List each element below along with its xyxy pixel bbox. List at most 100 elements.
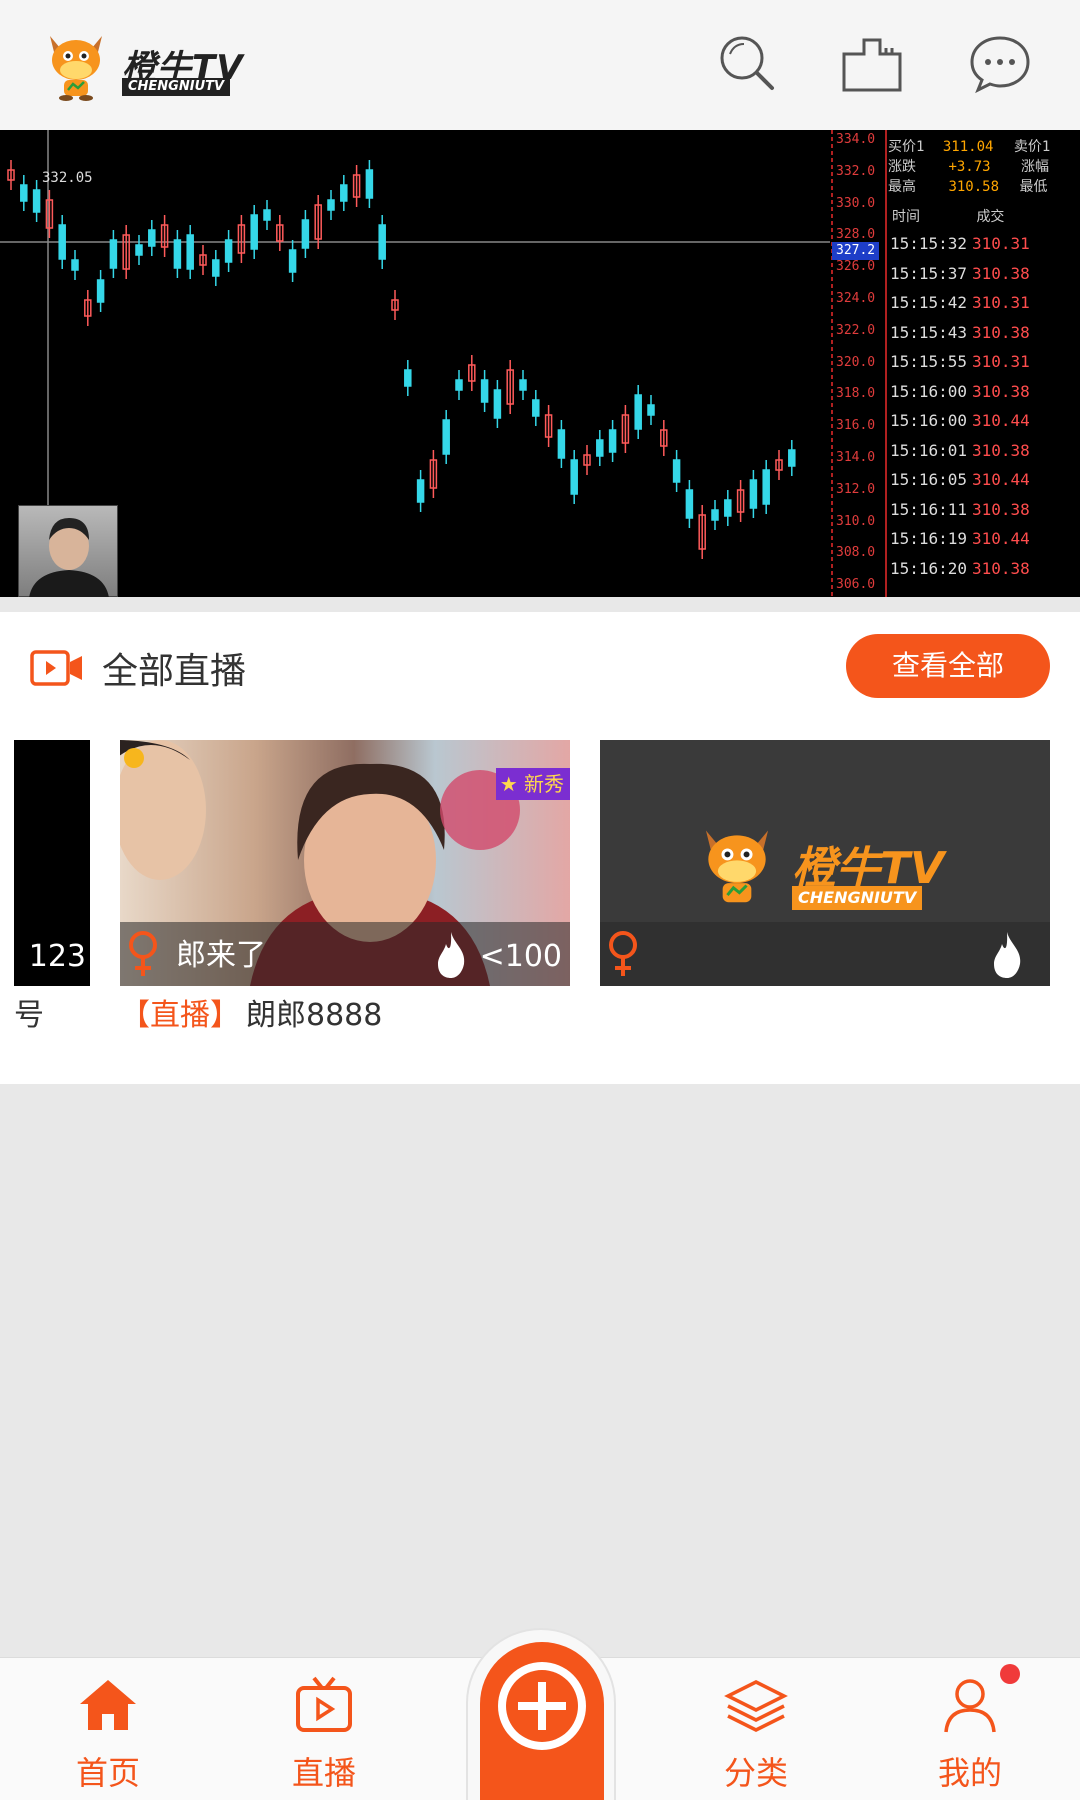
candle-body	[711, 509, 719, 521]
nav-label-category: 分类	[723, 1754, 788, 1792]
tick-time: 15:15:43	[890, 322, 968, 342]
price-axis-label: 322.0	[836, 322, 876, 338]
live-video-player[interactable]: 332.05 334.0 332.0 330.0 328.0 326.0 324.0 322…	[0, 130, 1080, 597]
tick-price: 310.38	[972, 263, 1030, 283]
streamer-name: 郎来了	[176, 938, 266, 973]
candle-body	[762, 469, 770, 505]
tick-row: 15:16:05 310.44	[890, 470, 1078, 496]
price-axis-label: 310.0	[836, 513, 876, 529]
tick-time: 15:16:19	[890, 529, 968, 548]
price-axis-label: 314.0	[836, 450, 876, 465]
card-thumbnail: ★ 新秀 郎来了 <100	[120, 740, 570, 986]
candle-body	[404, 369, 412, 387]
tick-row: 15:15:55 310.31	[890, 352, 1078, 378]
nav-item-live[interactable]: 直播	[264, 1676, 384, 1796]
candle-body	[96, 279, 105, 303]
live-section: 全部直播 查看全部 123 号 ★ 新秀 郎来了 <100 【直播】 朗郎888…	[0, 612, 1080, 1084]
tick-row: 15:15:32 310.31	[890, 234, 1078, 260]
tick-row: 15:16:11 310.38	[890, 500, 1078, 526]
card-thumbnail: 橙牛TV CHENGNIUTV	[600, 740, 1050, 986]
price-axis-label: 312.0	[836, 481, 876, 497]
tick-row: 15:15:42 310.31	[890, 293, 1078, 319]
candle-body	[672, 459, 681, 483]
tick-time: 15:15:42	[890, 293, 968, 312]
building-icon[interactable]	[840, 32, 904, 96]
quote-value: +3.73	[948, 159, 991, 175]
candle-body	[135, 244, 143, 256]
tv-icon	[296, 1676, 352, 1732]
tick-price: 310.38	[972, 322, 1030, 342]
search-icon[interactable]	[716, 32, 780, 96]
home-icon	[80, 1680, 136, 1730]
tick-price: 310.44	[972, 529, 1030, 548]
candle-body	[519, 379, 527, 391]
card-caption: 号	[14, 998, 44, 1033]
candle-body	[109, 239, 118, 269]
video-camera-icon	[30, 650, 82, 686]
female-icon	[129, 931, 157, 976]
candle-body	[532, 399, 540, 417]
tick-price: 310.31	[972, 352, 1030, 371]
candle-body	[340, 184, 348, 202]
nav-label-home: 首页	[75, 1754, 140, 1792]
candle-body	[596, 439, 604, 457]
nav-label-profile: 我的	[937, 1754, 1002, 1792]
candle-body	[570, 459, 578, 495]
tick-row: 15:16:00 310.44	[890, 411, 1078, 437]
card-thumbnail: 123	[14, 740, 90, 986]
logo-text-en: CHENGNIUTV	[122, 78, 231, 96]
candle-body	[250, 214, 258, 250]
viewer-count: 123	[28, 939, 86, 974]
nav-label-live: 直播	[291, 1754, 356, 1792]
person-avatar-icon	[29, 518, 109, 597]
user-icon	[944, 1679, 996, 1733]
bull-mascot-icon	[705, 830, 769, 903]
viewer-count: <100	[479, 939, 562, 974]
candle-body	[365, 169, 374, 199]
go-live-button[interactable]	[480, 1642, 604, 1800]
tick-row: 15:15:37 310.38	[890, 264, 1078, 290]
candle-body	[173, 239, 182, 269]
room-name: 朗郎8888	[246, 998, 383, 1033]
price-axis-label: 324.0	[836, 291, 876, 306]
quote-label: 买价1	[888, 139, 925, 155]
notification-dot	[1000, 1664, 1020, 1684]
streamer-camera-thumbnail	[18, 505, 118, 597]
price-axis: 334.0 332.0 330.0 328.0 326.0 324.0 322.0 320.0…	[830, 130, 880, 597]
tick-price: 310.44	[972, 411, 1030, 430]
quote-label: 最高	[888, 179, 916, 195]
tick-header-time: 时间	[892, 209, 920, 225]
card-info-bar: 郎来了 <100	[120, 922, 570, 986]
section-header: 全部直播 查看全部	[0, 612, 1080, 722]
tick-price: 310.31	[972, 293, 1030, 312]
candle-body	[186, 234, 194, 270]
quote-label: 卖价1	[1013, 139, 1051, 155]
tick-row: 15:16:20 310.38	[890, 559, 1078, 585]
tick-price: 310.38	[972, 558, 1030, 578]
tick-header-price: 成交	[976, 209, 1005, 225]
nav-item-category[interactable]: 分类	[696, 1676, 816, 1796]
candle-body	[634, 394, 642, 430]
tick-row: 15:16:00 310.38	[890, 382, 1078, 408]
app-logo[interactable]: 橙牛TV CHENGNIUTV	[40, 26, 260, 106]
tick-time: 15:16:00	[890, 411, 968, 430]
bull-mascot-icon	[50, 36, 102, 101]
quote-value: 311.04	[942, 139, 994, 155]
quote-label: 最低	[1019, 179, 1048, 195]
tick-price: 310.44	[972, 470, 1030, 489]
new-streamer-badge: ★ 新秀	[495, 768, 570, 800]
card-caption: 【直播】 朗郎8888	[120, 990, 382, 1034]
message-icon[interactable]	[968, 32, 1032, 96]
view-all-button[interactable]: 查看全部	[846, 634, 1050, 698]
nav-item-home[interactable]: 首页	[48, 1676, 168, 1796]
candle-body	[148, 229, 156, 247]
price-axis-label: 334.0	[836, 132, 876, 147]
candle-body	[71, 259, 79, 271]
candle-body	[327, 199, 335, 211]
nav-item-profile[interactable]: 我的	[910, 1676, 1030, 1796]
price-axis-label: 316.0	[836, 418, 876, 434]
candle-body	[788, 449, 796, 467]
candle-body	[212, 259, 220, 277]
candle-body	[32, 189, 41, 213]
quote-row-high: 最高 310.58 最低	[888, 176, 1047, 196]
